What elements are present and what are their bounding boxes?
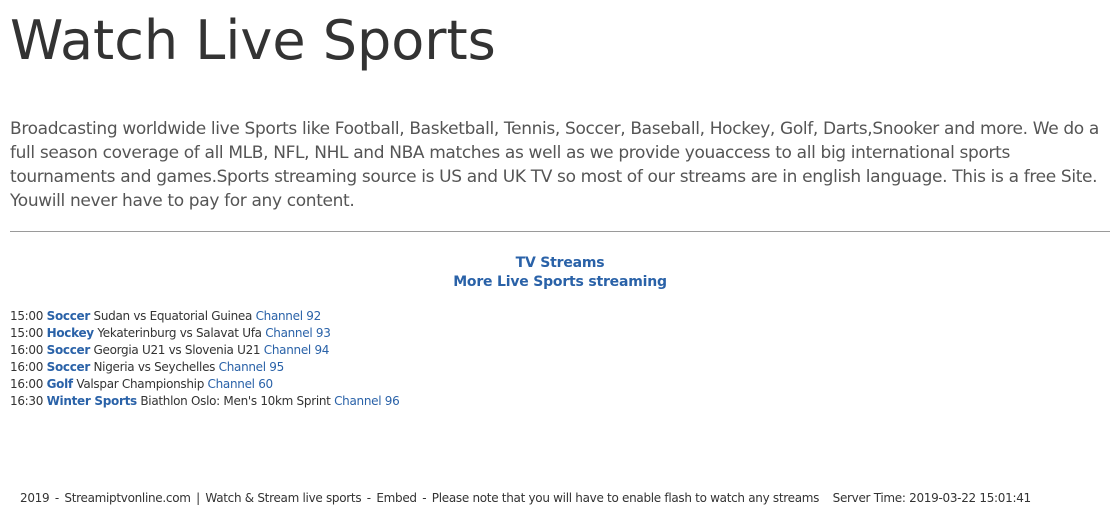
event-row: 16:00 Soccer Georgia U21 vs Slovenia U21… (10, 342, 399, 359)
event-row: 16:30 Winter Sports Biathlon Oslo: Men's… (10, 393, 400, 410)
event-name: Valspar Championship (76, 377, 205, 391)
page: Watch Live Sports Broadcasting worldwide… (0, 0, 1120, 527)
event-time: 15:00 (10, 309, 44, 323)
channel-link[interactable]: Channel 95 (219, 360, 285, 374)
event-row: 15:00 Hockey Yekaterinburg vs Salavat Uf… (10, 325, 399, 342)
footer-site-link[interactable]: Streamiptvonline.com (64, 491, 191, 505)
channel-link[interactable]: Channel 96 (334, 394, 400, 408)
event-name: Georgia U21 vs Slovenia U21 (93, 343, 261, 357)
event-row: 16:00 Soccer Nigeria vs Seychelles Chann… (10, 359, 399, 376)
server-time-label: Server Time: (832, 491, 906, 505)
server-time-value: 2019-03-22 15:01:41 (909, 491, 1031, 505)
intro-paragraph: Broadcasting worldwide live Sports like … (10, 119, 1099, 211)
channel-link[interactable]: Channel 93 (265, 326, 331, 340)
channel-link[interactable]: Channel 94 (264, 343, 330, 357)
event-time: 16:00 (10, 360, 44, 374)
channel-link[interactable]: Channel 60 (208, 377, 274, 391)
sport-link[interactable]: Soccer (47, 360, 91, 374)
more-live-sports-link[interactable]: More Live Sports streaming (0, 273, 1120, 292)
event-schedule: 15:00 Soccer Sudan vs Equatorial Guinea … (10, 308, 400, 410)
event-time: 16:00 (10, 343, 44, 357)
sport-link[interactable]: Golf (47, 377, 74, 391)
footer: 2019 - Streamiptvonline.com | Watch & St… (20, 491, 1031, 505)
sport-link[interactable]: Soccer (47, 343, 91, 357)
event-row: 15:00 Soccer Sudan vs Equatorial Guinea … (10, 308, 399, 325)
divider (10, 231, 1110, 232)
footer-tagline: Watch & Stream live sports (205, 491, 362, 505)
sport-link[interactable]: Soccer (47, 309, 91, 323)
event-time: 16:00 (10, 377, 44, 391)
footer-flash-note: Please note that you will have to enable… (431, 491, 820, 505)
sport-link[interactable]: Winter Sports (47, 394, 138, 408)
event-name: Biathlon Oslo: Men's 10km Sprint (140, 394, 331, 408)
page-title: Watch Live Sports (10, 9, 496, 72)
event-row: 16:00 Golf Valspar Championship Channel … (10, 376, 399, 393)
event-name: Nigeria vs Seychelles (93, 360, 216, 374)
tv-streams-link[interactable]: TV Streams (0, 254, 1120, 273)
stream-links: TV Streams More Live Sports streaming (0, 254, 1120, 292)
event-time: 16:30 (10, 394, 44, 408)
sport-link[interactable]: Hockey (47, 326, 95, 340)
footer-embed-link[interactable]: Embed (376, 491, 417, 505)
event-name: Yekaterinburg vs Salavat Ufa (97, 326, 262, 340)
event-time: 15:00 (10, 326, 44, 340)
channel-link[interactable]: Channel 92 (256, 309, 322, 323)
event-name: Sudan vs Equatorial Guinea (93, 309, 253, 323)
footer-year: 2019 (20, 491, 50, 505)
